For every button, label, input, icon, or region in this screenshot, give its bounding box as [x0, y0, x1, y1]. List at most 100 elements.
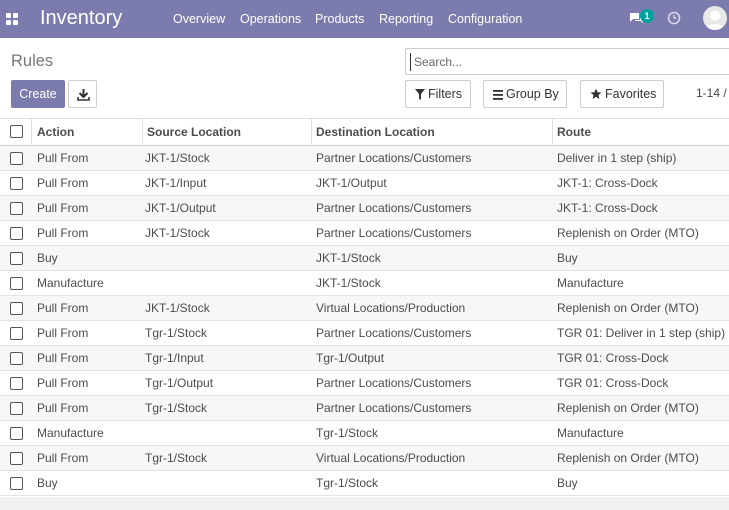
cell-destination: Partner Locations/Customers: [316, 376, 472, 390]
table-row[interactable]: Pull From JKT-1/Stock Partner Locations/Cu…: [0, 221, 729, 246]
row-checkbox[interactable]: [10, 277, 23, 290]
row-checkbox[interactable]: [10, 252, 23, 265]
column-divider: [142, 119, 143, 146]
cell-action: Pull From: [37, 376, 89, 390]
cell-destination: Virtual Locations/Production: [316, 451, 466, 465]
cell-destination: Tgr-1/Stock: [316, 426, 379, 440]
filters-button[interactable]: Filters: [405, 80, 471, 108]
cell-destination: Virtual Locations/Production: [316, 301, 466, 315]
cell-route: Buy: [557, 251, 578, 265]
table-row[interactable]: Buy JKT-1/Stock Buy: [0, 246, 729, 271]
row-checkbox[interactable]: [10, 427, 23, 440]
menu-configuration[interactable]: Configuration: [448, 11, 522, 27]
cell-route: TGR 01: Cross-Dock: [557, 376, 669, 390]
table-row[interactable]: Pull From JKT-1/Input JKT-1/Output JKT-1: C…: [0, 171, 729, 196]
download-button[interactable]: [68, 80, 97, 108]
column-divider: [31, 119, 32, 146]
star-icon: [590, 88, 602, 99]
group-by-label: Group By: [506, 87, 559, 101]
apps-menu-icon[interactable]: [6, 13, 18, 25]
row-checkbox[interactable]: [10, 477, 23, 490]
cell-source: JKT-1/Stock: [145, 301, 210, 315]
row-checkbox[interactable]: [10, 377, 23, 390]
row-checkbox[interactable]: [10, 227, 23, 240]
cell-source: JKT-1/Stock: [145, 226, 210, 240]
chat-badge: 1: [640, 9, 654, 23]
cell-route: JKT-1: Cross-Dock: [557, 201, 658, 215]
cell-destination: JKT-1/Stock: [316, 251, 381, 265]
search-input[interactable]: [410, 53, 720, 71]
cell-route: Replenish on Order (MTO): [557, 301, 699, 315]
column-header-route[interactable]: Route: [557, 119, 591, 145]
cell-destination: Tgr-1/Stock: [316, 476, 379, 490]
cell-route: Replenish on Order (MTO): [557, 226, 699, 240]
menu-overview[interactable]: Overview: [173, 11, 225, 27]
column-divider: [311, 119, 312, 146]
cell-source: Tgr-1/Stock: [145, 401, 208, 415]
cell-route: Replenish on Order (MTO): [557, 451, 699, 465]
cell-route: Buy: [557, 476, 578, 490]
cell-route: TGR 01: Cross-Dock: [557, 351, 669, 365]
filter-icon: [415, 89, 425, 100]
activity-clock-icon[interactable]: [667, 11, 681, 25]
column-divider: [552, 119, 553, 146]
cell-action: Pull From: [37, 326, 89, 340]
table-row[interactable]: Manufacture Tgr-1/Stock Manufacture: [0, 421, 729, 446]
group-by-button[interactable]: Group By: [483, 80, 567, 108]
cell-destination: Partner Locations/Customers: [316, 226, 472, 240]
row-checkbox[interactable]: [10, 177, 23, 190]
cell-action: Manufacture: [37, 426, 104, 440]
cell-route: TGR 01: Deliver in 1 step (ship): [557, 326, 726, 340]
cell-action: Pull From: [37, 401, 89, 415]
cell-action: Pull From: [37, 176, 89, 190]
menu-reporting[interactable]: Reporting: [379, 11, 433, 27]
cell-route: Manufacture: [557, 276, 624, 290]
cell-source: JKT-1/Stock: [145, 151, 210, 165]
app-title[interactable]: Inventory: [40, 6, 122, 30]
list-icon: [493, 90, 503, 100]
column-header-destination-location[interactable]: Destination Location: [316, 119, 435, 145]
cell-source: JKT-1/Output: [145, 201, 216, 215]
table-row[interactable]: Pull From Tgr-1/Stock Partner Locations/Cu…: [0, 321, 729, 346]
menu-operations[interactable]: Operations: [240, 11, 301, 27]
cell-action: Pull From: [37, 151, 89, 165]
row-checkbox[interactable]: [10, 202, 23, 215]
favorites-button[interactable]: Favorites: [580, 80, 664, 108]
row-checkbox[interactable]: [10, 352, 23, 365]
cell-destination: JKT-1/Output: [316, 176, 387, 190]
user-silhouette-icon: [706, 10, 724, 30]
cell-destination: Partner Locations/Customers: [316, 401, 472, 415]
table-row[interactable]: Pull From JKT-1/Stock Partner Locations/Cu…: [0, 146, 729, 171]
create-button[interactable]: Create: [11, 80, 65, 108]
table-row[interactable]: Manufacture JKT-1/Stock Manufacture: [0, 271, 729, 296]
cell-destination: JKT-1/Stock: [316, 276, 381, 290]
cell-action: Buy: [37, 251, 58, 265]
footer-strip: [0, 497, 729, 510]
table-row[interactable]: Pull From JKT-1/Output Partner Locations/C…: [0, 196, 729, 221]
cell-destination: Partner Locations/Customers: [316, 326, 472, 340]
table-row[interactable]: Pull From Tgr-1/Output Partner Locations/C…: [0, 371, 729, 396]
menu-products[interactable]: Products: [315, 11, 364, 27]
row-checkbox[interactable]: [10, 327, 23, 340]
table-row[interactable]: Pull From Tgr-1/Input Tgr-1/Output TGR 01: …: [0, 346, 729, 371]
row-checkbox[interactable]: [10, 402, 23, 415]
table-row[interactable]: Pull From Tgr-1/Stock Virtual Locations/Pr…: [0, 446, 729, 471]
row-checkbox[interactable]: [10, 452, 23, 465]
row-checkbox[interactable]: [10, 302, 23, 315]
download-icon: [77, 89, 90, 101]
search-bar[interactable]: [405, 48, 729, 75]
cell-route: Manufacture: [557, 426, 624, 440]
table-row[interactable]: Buy Tgr-1/Stock Buy: [0, 471, 729, 496]
cell-source: JKT-1/Input: [145, 176, 207, 190]
row-checkbox[interactable]: [10, 152, 23, 165]
user-avatar[interactable]: [703, 6, 727, 30]
column-header-action[interactable]: Action: [37, 119, 74, 145]
table-row[interactable]: Pull From Tgr-1/Stock Partner Locations/Cu…: [0, 396, 729, 421]
select-all-checkbox[interactable]: [10, 125, 23, 138]
column-header-source-location[interactable]: Source Location: [147, 119, 241, 145]
pager-value[interactable]: 1-14 /: [696, 86, 727, 100]
cell-action: Manufacture: [37, 276, 104, 290]
table-row[interactable]: Pull From JKT-1/Stock Virtual Locations/Pr…: [0, 296, 729, 321]
cell-action: Pull From: [37, 301, 89, 315]
cell-action: Pull From: [37, 451, 89, 465]
